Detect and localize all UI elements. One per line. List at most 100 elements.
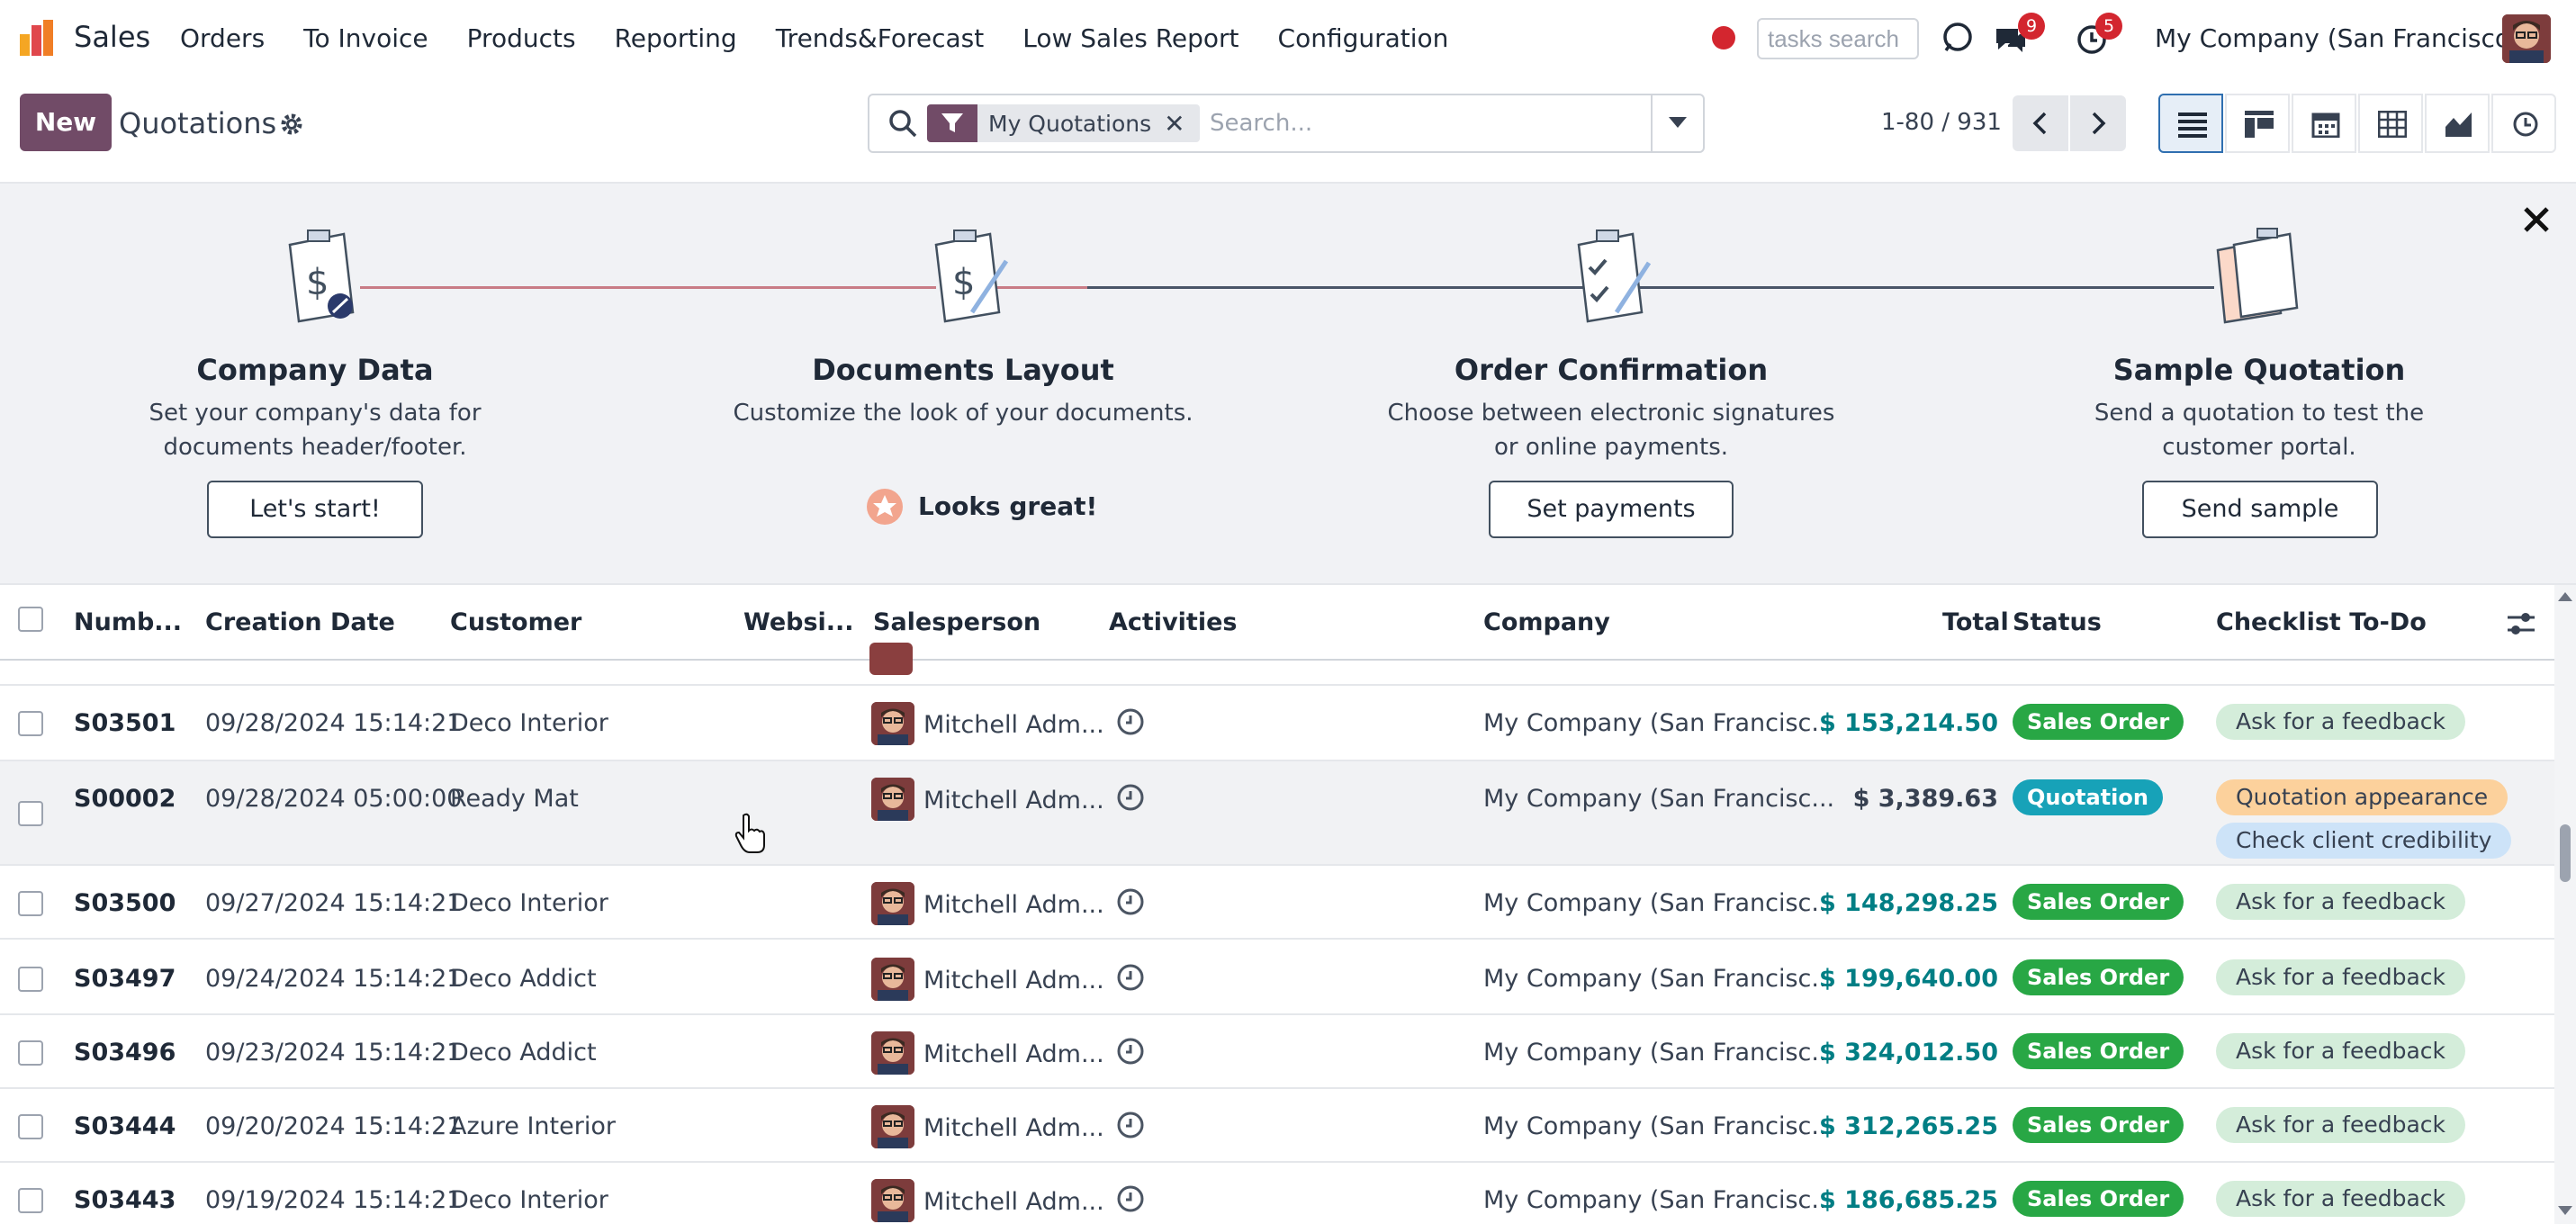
menu-configuration[interactable]: Configuration [1278,23,1449,53]
recording-indicator[interactable] [1712,26,1735,50]
select-all-checkbox[interactable] [18,607,43,632]
row-checkbox[interactable] [18,891,43,916]
view-graph[interactable] [2425,94,2490,153]
row-checkbox[interactable] [18,711,43,736]
company: My Company (San Francisc... [1483,709,1835,737]
checklist-tag[interactable]: Ask for a feedback [2216,959,2465,995]
checklist-tag[interactable]: Quotation appearance [2216,779,2508,815]
search-facet[interactable]: My Quotations ✕ [927,104,1200,142]
scrollbar-thumb[interactable] [2560,824,2571,882]
menu-orders[interactable]: Orders [180,23,265,53]
voip-icon[interactable] [1939,20,1975,56]
scroll-up-icon[interactable] [2558,592,2572,601]
scroll-down-icon[interactable] [2558,1206,2572,1215]
optional-columns-icon[interactable] [2508,612,2535,635]
sales-app-icon[interactable] [18,18,58,58]
checklist-tag[interactable]: Check client credibility [2216,823,2512,859]
customer: Azure Interior [450,1112,616,1140]
clipboard-check-icon [1577,230,1651,323]
step-description: Choose between electronic signatures or … [1387,400,1835,461]
calendar-view-icon [2311,112,2340,138]
company: My Company (San Francisc... [1483,1039,1835,1066]
col-status[interactable]: Status [2013,608,2102,636]
checklist-tag[interactable]: Ask for a feedback [2216,704,2465,740]
menu-to-invoice[interactable]: To Invoice [303,23,428,53]
table-row[interactable]: S03444 09/20/2024 15:14:21 Azure Interior M… [0,1089,2554,1163]
col-total[interactable]: Total [1942,608,2009,636]
menu-low-sales-report[interactable]: Low Sales Report [1022,23,1238,53]
col-activities[interactable]: Activities [1109,608,1237,636]
salesperson-avatar [869,643,913,675]
checklist-tag[interactable]: Ask for a feedback [2216,1181,2465,1217]
table-row[interactable]: S03500 09/27/2024 15:14:21 Deco Interior Mi… [0,866,2554,940]
col-salesperson[interactable]: Salesperson [873,608,1040,636]
col-checklist[interactable]: Checklist To-Do [2216,608,2427,636]
table-row[interactable]: S03501 09/28/2024 15:14:21 Deco Interior Mi… [0,686,2554,761]
activity-clock-icon[interactable] [1116,707,1145,736]
view-pivot[interactable] [2358,94,2423,153]
order-number: S03443 [74,1186,176,1214]
page-title: Quotations [119,106,277,140]
view-calendar[interactable] [2292,94,2356,153]
menu-reporting[interactable]: Reporting [615,23,737,53]
table-row[interactable]: S03496 09/23/2024 15:14:21 Deco Addict Mitc… [0,1015,2554,1089]
order-number: S03496 [74,1039,176,1066]
activity-clock-icon[interactable] [1116,887,1145,916]
search-input[interactable]: Search... [1210,110,1312,137]
table-row[interactable]: S00002 09/28/2024 05:00:00 Ready Mat Mitche… [0,761,2554,866]
facet-remove-icon[interactable]: ✕ [1164,109,1199,139]
checklist-tag[interactable]: Ask for a feedback [2216,884,2465,920]
col-customer[interactable]: Customer [450,608,581,636]
table-row[interactable]: S03443 09/19/2024 15:14:21 Deco Interior Mi… [0,1163,2554,1224]
checklist-tag[interactable]: Ask for a feedback [2216,1107,2465,1143]
company-switcher[interactable]: My Company (San Francisco) [2155,23,2520,53]
order-total: $ 3,389.63 [1852,785,1998,813]
pager-next[interactable] [2070,95,2126,151]
menu-products[interactable]: Products [467,23,576,53]
status-badge: Sales Order [2013,1033,2184,1069]
pager-value[interactable]: 1-80 / 931 [1881,109,2002,136]
lets-start-button[interactable]: Let's start! [207,481,423,538]
pager-previous[interactable] [2013,95,2068,151]
close-icon[interactable] [2518,202,2554,238]
send-sample-button[interactable]: Send sample [2142,481,2378,538]
user-avatar[interactable] [2502,14,2551,63]
menu-trends-forecast[interactable]: Trends&Forecast [776,23,985,53]
col-number[interactable]: Numb... [74,608,182,636]
row-checkbox[interactable] [18,967,43,992]
activity-clock-icon[interactable] [1116,783,1145,812]
set-payments-button[interactable]: Set payments [1489,481,1734,538]
search-icon[interactable] [887,108,918,139]
gear-icon[interactable] [279,112,304,137]
salesperson-avatar [871,702,914,745]
view-activity[interactable] [2491,94,2556,153]
activity-clock-icon[interactable] [1116,1111,1145,1139]
app-name[interactable]: Sales [74,20,150,54]
order-number: S03501 [74,709,176,737]
checklist-tag[interactable]: Ask for a feedback [2216,1033,2465,1069]
col-company[interactable]: Company [1483,608,1610,636]
row-checkbox[interactable] [18,1040,43,1066]
order-total: $ 148,298.25 [1819,889,1998,917]
table-scrollbar[interactable] [2554,585,2576,1224]
salesperson: Mitchell Adm... [923,787,1104,814]
new-button[interactable]: New [20,94,112,151]
clipboard-dollar-icon: $ [288,230,355,323]
activity-clock-icon[interactable] [1116,1184,1145,1213]
col-creation-date[interactable]: Creation Date [205,608,395,636]
view-list[interactable] [2158,94,2223,153]
salesperson-avatar [871,1105,914,1148]
row-checkbox[interactable] [18,801,43,826]
status-badge: Sales Order [2013,1107,2184,1143]
table-row[interactable]: S03497 09/24/2024 15:14:21 Deco Addict Mitc… [0,941,2554,1015]
activity-clock-icon[interactable] [1116,963,1145,992]
salesperson-avatar [871,778,914,821]
status-badge: Sales Order [2013,884,2184,920]
activity-clock-icon[interactable] [1116,1037,1145,1066]
tasks-search-input[interactable]: tasks search [1757,18,1919,59]
search-options-toggle[interactable] [1651,95,1703,151]
col-website[interactable]: Websi... [743,608,854,636]
row-checkbox[interactable] [18,1188,43,1213]
row-checkbox[interactable] [18,1114,43,1139]
view-kanban[interactable] [2225,94,2290,153]
